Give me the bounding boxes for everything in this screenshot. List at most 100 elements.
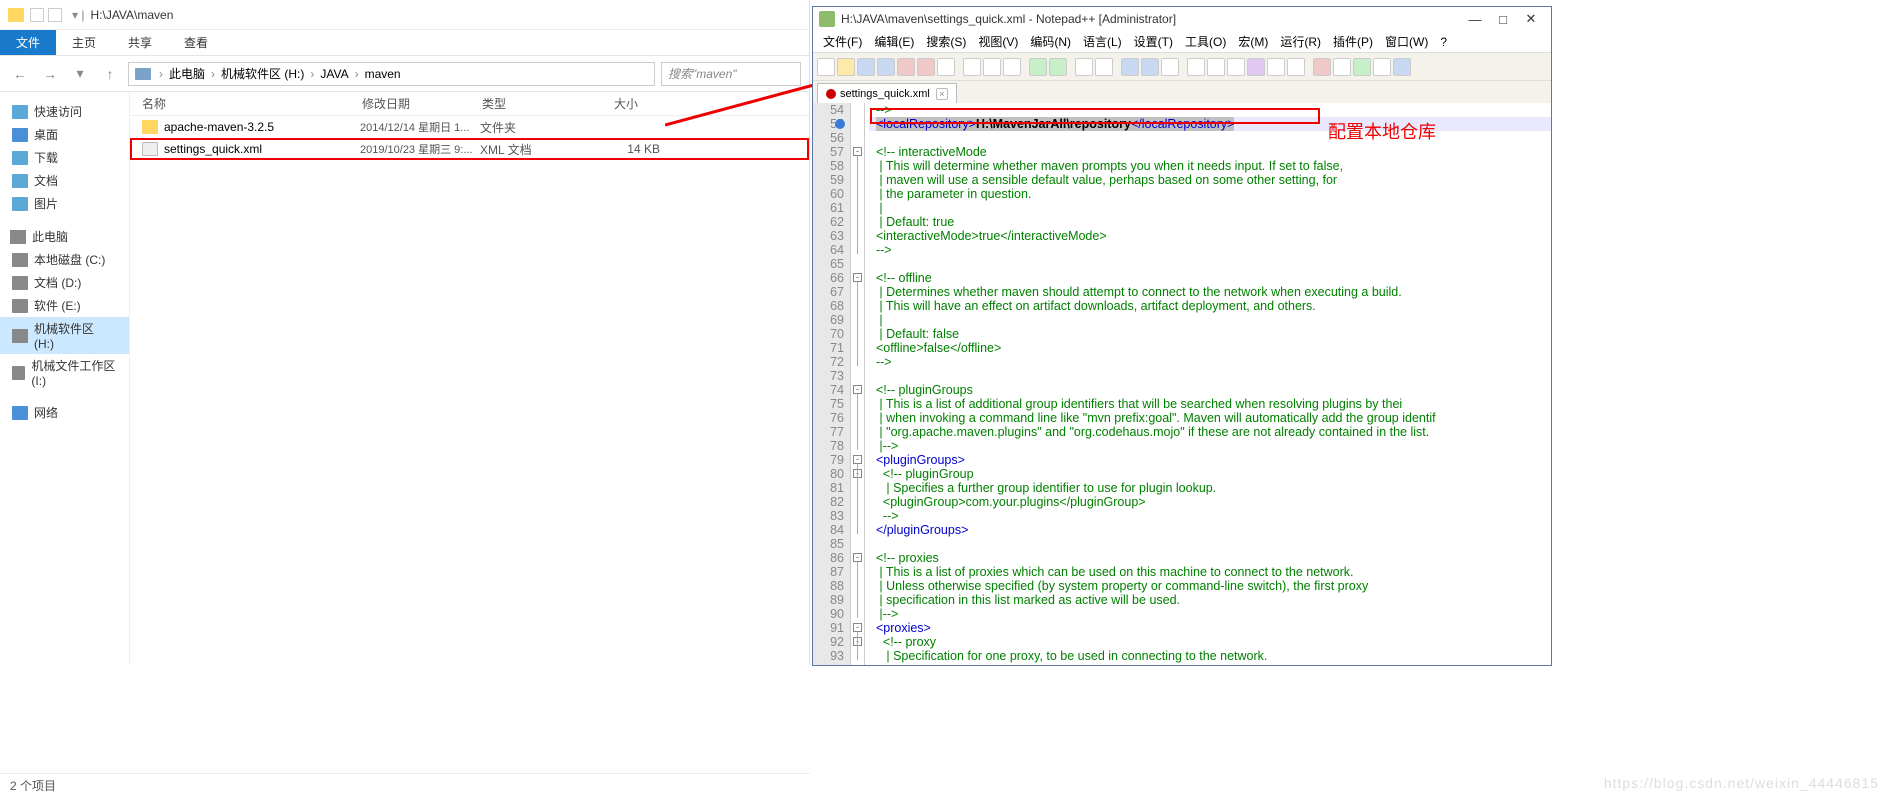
tb-save-icon[interactable]	[857, 58, 875, 76]
tb-paste-icon[interactable]	[1003, 58, 1021, 76]
tb-find-icon[interactable]	[1075, 58, 1093, 76]
side-desktop[interactable]: 桌面	[0, 123, 129, 146]
tb-wrap-icon[interactable]	[1187, 58, 1205, 76]
menu-macro[interactable]: 宏(M)	[1232, 31, 1274, 52]
menu-window[interactable]: 窗口(W)	[1379, 31, 1434, 52]
file-row-xml[interactable]: settings_quick.xml 2019/10/23 星期三 9:... …	[130, 138, 809, 160]
status-text: 2 个项目	[10, 777, 56, 794]
side-this-pc[interactable]: 此电脑	[0, 225, 129, 248]
ribbon-tab-share[interactable]: 共享	[112, 30, 168, 55]
menu-bar: 文件(F) 编辑(E) 搜索(S) 视图(V) 编码(N) 语言(L) 设置(T…	[813, 31, 1551, 53]
watermark: https://blog.csdn.net/weixin_44446815	[1604, 775, 1879, 791]
nav-forward-button[interactable]: →	[38, 62, 62, 86]
tb-print-icon[interactable]	[937, 58, 955, 76]
tb-zoomout-icon[interactable]	[1141, 58, 1159, 76]
drive-icon	[12, 299, 28, 313]
side-drive-c[interactable]: 本地磁盘 (C:)	[0, 248, 129, 271]
tb-monitor-icon[interactable]	[1287, 58, 1305, 76]
col-name[interactable]: 名称	[130, 95, 350, 112]
nav-back-button[interactable]: ←	[8, 62, 32, 86]
tb-open-icon[interactable]	[837, 58, 855, 76]
close-button[interactable]: ✕	[1517, 9, 1545, 29]
menu-plugins[interactable]: 插件(P)	[1327, 31, 1379, 52]
chevron-right-icon[interactable]: ›	[353, 67, 361, 81]
maximize-button[interactable]: □	[1489, 9, 1517, 29]
toolbar	[813, 53, 1551, 81]
tb-undo-icon[interactable]	[1029, 58, 1047, 76]
tb-stop-icon[interactable]	[1333, 58, 1351, 76]
nav-history-button[interactable]: ▾	[68, 62, 92, 86]
drive-icon	[12, 366, 25, 380]
tb-indent-icon[interactable]	[1227, 58, 1245, 76]
col-size[interactable]: 大小	[570, 95, 650, 112]
pc-icon	[10, 230, 26, 244]
menu-help[interactable]: ?	[1434, 33, 1453, 51]
address-bar: ← → ▾ ↑ › 此电脑 › 机械软件区 (H:) › JAVA › mave…	[0, 56, 809, 92]
nav-pane: 快速访问 桌面 下载 文档 图片 此电脑 本地磁盘 (C:) 文档 (D:) 软…	[0, 92, 130, 665]
tb-play-icon[interactable]	[1353, 58, 1371, 76]
chevron-right-icon[interactable]: ›	[209, 67, 217, 81]
side-drive-d[interactable]: 文档 (D:)	[0, 271, 129, 294]
crumb-maven[interactable]: maven	[361, 67, 405, 81]
menu-tools[interactable]: 工具(O)	[1179, 31, 1232, 52]
ribbon-tab-file[interactable]: 文件	[0, 30, 56, 55]
file-row-folder[interactable]: apache-maven-3.2.5 2014/12/14 星期日 1... 文…	[130, 116, 809, 138]
code-area[interactable]: --> <localRepository>H:\MavenJarAll\repo…	[865, 103, 1551, 665]
tb-redo-icon[interactable]	[1049, 58, 1067, 76]
menu-search[interactable]: 搜索(S)	[920, 31, 972, 52]
tb-new-icon[interactable]	[817, 58, 835, 76]
tab-close-icon[interactable]: ×	[936, 88, 948, 100]
qat-props-icon[interactable]	[48, 8, 62, 22]
side-drive-h[interactable]: 机械软件区 (H:)	[0, 317, 129, 354]
tb-closeall-icon[interactable]	[917, 58, 935, 76]
side-downloads[interactable]: 下载	[0, 146, 129, 169]
editor-area[interactable]: 5455565758596061626364656667686970717273…	[813, 103, 1551, 665]
search-input[interactable]: 搜索"maven"	[661, 62, 801, 86]
ribbon-tab-view[interactable]: 查看	[168, 30, 224, 55]
tb-playmult-icon[interactable]	[1373, 58, 1391, 76]
side-pictures[interactable]: 图片	[0, 192, 129, 215]
tb-cut-icon[interactable]	[963, 58, 981, 76]
tb-allchars-icon[interactable]	[1207, 58, 1225, 76]
tb-saveall-icon[interactable]	[877, 58, 895, 76]
tb-zoomin-icon[interactable]	[1121, 58, 1139, 76]
side-drive-e[interactable]: 软件 (E:)	[0, 294, 129, 317]
nav-up-button[interactable]: ↑	[98, 62, 122, 86]
bookmark-icon[interactable]	[835, 119, 845, 129]
col-date[interactable]: 修改日期	[350, 95, 470, 112]
menu-settings[interactable]: 设置(T)	[1128, 31, 1179, 52]
menu-encoding[interactable]: 编码(N)	[1024, 31, 1077, 52]
breadcrumb[interactable]: › 此电脑 › 机械软件区 (H:) › JAVA › maven	[128, 62, 655, 86]
xml-file-icon	[142, 142, 158, 156]
minimize-button[interactable]: —	[1461, 9, 1489, 29]
tb-copy-icon[interactable]	[983, 58, 1001, 76]
chevron-right-icon[interactable]: ›	[157, 67, 165, 81]
menu-view[interactable]: 视图(V)	[972, 31, 1024, 52]
tb-record-icon[interactable]	[1313, 58, 1331, 76]
crumb-java[interactable]: JAVA	[316, 67, 352, 81]
chevron-right-icon[interactable]: ›	[308, 67, 316, 81]
menu-run[interactable]: 运行(R)	[1274, 31, 1327, 52]
modified-dot-icon	[826, 89, 836, 99]
explorer-titlebar: ▾ | H:\JAVA\maven	[0, 0, 809, 30]
tb-func-icon[interactable]	[1247, 58, 1265, 76]
fold-gutter[interactable]: --------	[851, 103, 865, 665]
tb-replace-icon[interactable]	[1095, 58, 1113, 76]
side-drive-i[interactable]: 机械文件工作区 (I:)	[0, 354, 129, 391]
tb-folder-icon[interactable]	[1267, 58, 1285, 76]
col-type[interactable]: 类型	[470, 95, 570, 112]
qat-new-icon[interactable]	[30, 8, 44, 22]
menu-language[interactable]: 语言(L)	[1077, 31, 1128, 52]
side-network[interactable]: 网络	[0, 401, 129, 424]
crumb-thispc[interactable]: 此电脑	[165, 65, 209, 82]
editor-tab[interactable]: settings_quick.xml ×	[817, 83, 957, 103]
side-documents[interactable]: 文档	[0, 169, 129, 192]
menu-file[interactable]: 文件(F)	[817, 31, 868, 52]
ribbon-tab-home[interactable]: 主页	[56, 30, 112, 55]
side-quick-access[interactable]: 快速访问	[0, 100, 129, 123]
menu-edit[interactable]: 编辑(E)	[868, 31, 920, 52]
tb-close-icon[interactable]	[897, 58, 915, 76]
crumb-drive[interactable]: 机械软件区 (H:)	[217, 65, 308, 82]
tb-sync-icon[interactable]	[1161, 58, 1179, 76]
tb-savemacro-icon[interactable]	[1393, 58, 1411, 76]
